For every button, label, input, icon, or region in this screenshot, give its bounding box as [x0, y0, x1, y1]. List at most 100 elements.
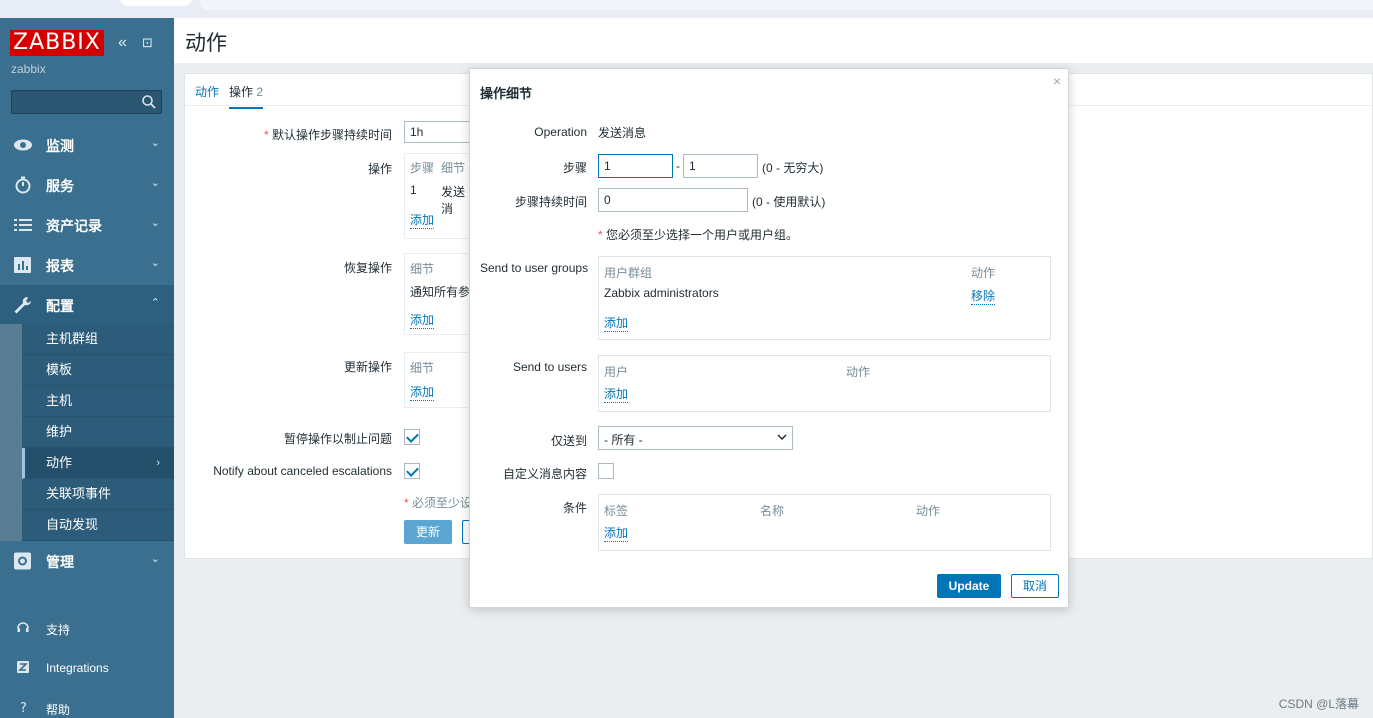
col-user: 用户	[604, 365, 629, 379]
chevron-down-icon: ⌄	[150, 217, 160, 229]
col-name: 名称	[760, 504, 785, 518]
cancel-button[interactable]: 取消	[1011, 574, 1059, 598]
sidebar: ZABBIX « ⊡ zabbix 监测 ⌄ 服务 ⌄ 资产记录 ⌄ 报表 ⌄ …	[0, 18, 174, 718]
steps-from-input[interactable]: 1	[598, 154, 673, 178]
add-operation-link[interactable]: 添加	[410, 211, 435, 229]
chevron-down-icon: ⌄	[150, 137, 160, 149]
nav-configuration[interactable]: 配置 ⌃	[0, 285, 174, 325]
address-bar[interactable]	[200, 0, 1373, 10]
svg-text:?: ?	[20, 701, 27, 714]
nav-label: 监测	[46, 138, 74, 154]
col-label: 标签	[604, 504, 629, 518]
steps-label: 步骤	[562, 161, 587, 175]
col-steps: 步骤	[410, 161, 435, 175]
tab-operations[interactable]: 操作 2	[229, 83, 264, 109]
notify-canceled-checkbox[interactable]	[404, 463, 420, 479]
nav-label: 支持	[46, 623, 71, 637]
conditions-table: 标签 名称 动作 添加	[598, 494, 1051, 551]
subnav-item-discovery[interactable]: 自动发现	[22, 510, 174, 541]
op-step-cell: 1	[410, 183, 417, 197]
required-note: * 必须至少设	[404, 496, 473, 510]
nav-support[interactable]: 支持	[0, 613, 174, 643]
nav-integrations[interactable]: Integrations	[0, 653, 174, 683]
nav-label: 报表	[46, 258, 74, 274]
tab-label: 操作	[229, 85, 254, 99]
col-details: 细节	[410, 361, 435, 375]
send-only-to-select[interactable]: - 所有 -	[598, 426, 793, 450]
page-header: 动作	[174, 18, 1373, 63]
nav-label: Integrations	[46, 661, 109, 675]
subnav-item-actions[interactable]: 动作 ›	[22, 448, 174, 479]
browser-tab[interactable]	[120, 0, 192, 6]
update-button[interactable]: Update	[937, 574, 1001, 598]
col-user-group: 用户群组	[604, 266, 653, 280]
operations-label: 操作	[367, 162, 392, 176]
chevron-up-icon: ⌃	[150, 297, 160, 309]
col-details: 细节	[410, 262, 435, 276]
add-user-group-link[interactable]: 添加	[604, 314, 629, 332]
add-update-operation-link[interactable]: 添加	[410, 383, 435, 401]
user-groups-table: 用户群组 动作 Zabbix administrators 移除 添加	[598, 256, 1051, 340]
nav-inventory[interactable]: 资产记录 ⌄	[0, 205, 174, 245]
update-operations-label: 更新操作	[343, 360, 392, 374]
subnav-item-host-groups[interactable]: 主机群组	[22, 324, 174, 355]
chevron-down-icon: ⌄	[150, 177, 160, 189]
col-action: 动作	[971, 266, 996, 280]
bar-chart-icon	[14, 257, 31, 273]
send-to-user-groups-label: Send to user groups	[480, 261, 589, 275]
collapse-sidebar-icon[interactable]: «	[118, 34, 127, 52]
step-duration-label: 步骤持续时间	[514, 195, 587, 209]
pause-operations-checkbox[interactable]	[404, 429, 420, 445]
gear-icon	[14, 552, 31, 570]
dialog-title: 操作细节	[480, 86, 533, 101]
nav-label: 配置	[46, 298, 74, 314]
add-recovery-operation-link[interactable]: 添加	[410, 311, 435, 329]
zabbix-logo[interactable]: ZABBIX	[10, 30, 104, 56]
kiosk-mode-icon[interactable]: ⊡	[142, 35, 153, 51]
default-duration-input[interactable]: 1h	[404, 121, 474, 143]
add-user-link[interactable]: 添加	[604, 385, 629, 403]
step-duration-input[interactable]: 0	[598, 188, 748, 212]
chevron-right-icon: ›	[156, 457, 160, 469]
subnav-item-event-correlation[interactable]: 关联项事件	[22, 479, 174, 510]
wrench-icon	[14, 297, 31, 314]
user-group-name: Zabbix administrators	[604, 286, 719, 300]
operation-value: 发送消息	[598, 126, 647, 140]
recovery-operations-label: 恢复操作	[343, 261, 392, 275]
integrations-icon	[17, 661, 29, 673]
users-table: 用户 动作 添加	[598, 355, 1051, 412]
recovery-operations-table: 细节 通知所有参 添加	[404, 253, 474, 335]
browser-strip	[0, 0, 1373, 18]
nav-monitoring[interactable]: 监测 ⌄	[0, 125, 174, 165]
subnav-item-hosts[interactable]: 主机	[22, 386, 174, 417]
nav-help[interactable]: ? 帮助	[0, 693, 174, 718]
configuration-submenu: 主机群组 模板 主机 维护 动作 › 关联项事件 自动发现	[22, 324, 174, 541]
stopwatch-icon	[15, 176, 31, 194]
nav-label: 资产记录	[46, 218, 102, 234]
nav-administration[interactable]: 管理 ⌄	[0, 541, 174, 581]
search-icon[interactable]	[141, 94, 157, 110]
tab-action[interactable]: 动作	[195, 83, 219, 100]
remove-user-group-link[interactable]: 移除	[971, 287, 996, 305]
subnav-item-maintenance[interactable]: 维护	[22, 417, 174, 448]
update-button[interactable]: 更新	[404, 520, 452, 544]
operation-label: Operation	[534, 125, 587, 139]
custom-message-checkbox[interactable]	[598, 463, 614, 479]
nav-services[interactable]: 服务 ⌄	[0, 165, 174, 205]
steps-hint: (0 - 无穷大)	[762, 161, 824, 175]
help-icon: ?	[20, 701, 27, 714]
close-icon[interactable]: ×	[1053, 73, 1061, 89]
add-condition-link[interactable]: 添加	[604, 524, 629, 542]
subnav-item-templates[interactable]: 模板	[22, 355, 174, 386]
col-action: 动作	[916, 504, 941, 518]
page-title: 动作	[185, 32, 227, 55]
steps-to-input[interactable]: 1	[683, 154, 758, 178]
nav-reports[interactable]: 报表 ⌄	[0, 245, 174, 285]
headset-icon	[17, 622, 29, 632]
required-user-note: * 您必须至少选择一个用户或用户组。	[598, 228, 799, 242]
chevron-down-icon	[777, 434, 787, 441]
search-input[interactable]	[11, 90, 162, 114]
watermark: CSDN @L落幕	[1278, 697, 1359, 711]
nav-label: 帮助	[46, 703, 71, 717]
step-duration-hint: (0 - 使用默认)	[752, 195, 826, 209]
